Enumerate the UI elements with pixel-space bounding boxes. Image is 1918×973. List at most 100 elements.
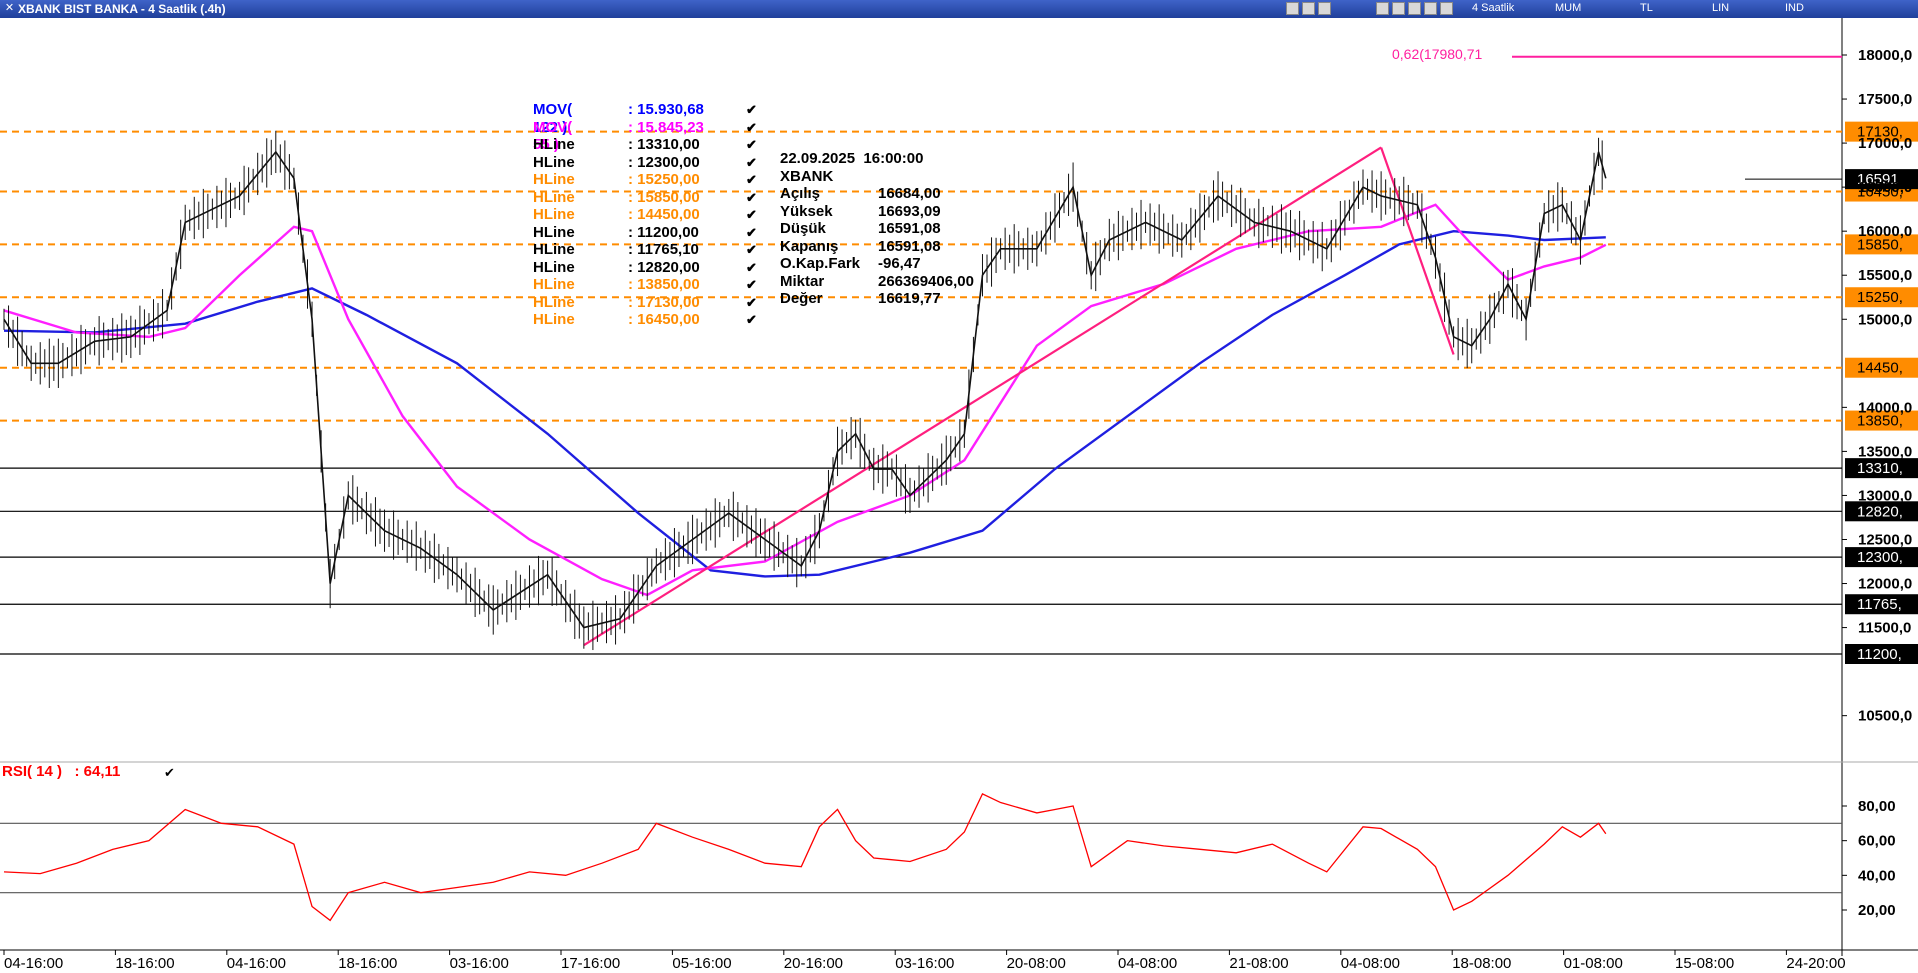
- legend-check-icon[interactable]: ✔: [746, 171, 757, 189]
- close-icon[interactable]: ✕: [4, 2, 15, 15]
- legend-value: : 15.930,68: [628, 101, 704, 118]
- scale-select[interactable]: LIN: [1712, 2, 1729, 14]
- legend-check-icon[interactable]: ✔: [746, 241, 757, 259]
- legend-check-icon[interactable]: ✔: [746, 136, 757, 154]
- calc-icon[interactable]: [1376, 2, 1389, 15]
- period-select[interactable]: 4 Saatlik: [1472, 2, 1514, 14]
- zoom-icon[interactable]: [1424, 2, 1437, 15]
- info-value: 266369406,00: [878, 272, 974, 290]
- legend-value: : 12300,00: [628, 153, 700, 171]
- legend-name: HLine: [533, 188, 575, 206]
- time-tick-label: 04-08:00: [1341, 955, 1400, 972]
- legend-name: HLine: [533, 171, 575, 188]
- price-tick-label: 12000,0: [1858, 576, 1912, 593]
- legend-value: : 13310,00: [628, 136, 700, 153]
- chart-icon[interactable]: [1286, 2, 1299, 15]
- price-tick-label: 15000,0: [1858, 311, 1912, 328]
- legend-value: : 11765,10: [628, 241, 699, 258]
- legend-check-icon[interactable]: ✔: [746, 206, 757, 224]
- rsi-check-icon[interactable]: ✔: [164, 765, 175, 781]
- title-bar: ✕ XBANK BIST BANKA - 4 Saatlik (.4h) 4 S…: [0, 0, 1918, 18]
- time-tick-label: 05-16:00: [672, 955, 731, 972]
- legend-check-icon[interactable]: ✔: [746, 189, 757, 207]
- legend-name: HLine: [533, 311, 575, 328]
- legend-name: HLine: [533, 241, 575, 258]
- hline-value-label: 11200,: [1857, 646, 1902, 663]
- price-tick-label: 10500,0: [1858, 708, 1912, 725]
- time-tick-label: 18-16:00: [338, 955, 397, 972]
- time-tick-label: 20-16:00: [784, 955, 843, 972]
- time-tick-label: 04-16:00: [4, 955, 63, 972]
- ohlc-info-box: 22.09.2025 16:00:00 XBANK Açılış 16684,00…: [780, 150, 974, 308]
- info-value: 16684,00: [878, 185, 941, 202]
- currency-select[interactable]: TL: [1640, 2, 1653, 14]
- hline-value-label: 12820,: [1857, 503, 1903, 520]
- legend-name: HLine: [533, 223, 575, 241]
- price-tick-label: 18000,0: [1858, 47, 1912, 64]
- time-tick-label: 24-20:00: [1786, 955, 1845, 972]
- chart-type-select[interactable]: MUM: [1555, 2, 1581, 14]
- template-icon[interactable]: [1318, 2, 1331, 15]
- info-row: Açılış 16684,00: [780, 185, 941, 203]
- legend-value: : 15.845,23: [628, 118, 704, 136]
- legend-name: HLine: [533, 276, 575, 293]
- info-row: Kapanış 16591,08: [780, 237, 941, 256]
- legend-check-icon[interactable]: ✔: [746, 276, 757, 294]
- legend-name: HLine: [533, 293, 575, 311]
- info-value: -96,47: [878, 255, 921, 272]
- info-label: Miktar: [780, 272, 825, 290]
- legend-check-icon[interactable]: ✔: [746, 154, 757, 172]
- info-label: Açılış: [780, 185, 821, 202]
- rsi-line: [3, 792, 1607, 922]
- refresh-icon[interactable]: [1392, 2, 1405, 15]
- hline-value-label: 12300,: [1857, 549, 1903, 566]
- legend-name: HLine: [533, 136, 575, 153]
- legend-value: : 13850,00: [628, 276, 700, 293]
- hline-value-label: 14450,: [1857, 360, 1903, 377]
- rsi-tick-label: 80,00: [1858, 798, 1896, 815]
- legend-check-icon[interactable]: ✔: [746, 294, 757, 312]
- time-tick-label: 04-08:00: [1118, 955, 1177, 972]
- chart-area[interactable]: 80,0060,0040,0020,00 17130,16450,15850,1…: [0, 18, 1918, 973]
- legend-name: HLine: [533, 206, 575, 223]
- legend-value: : 15850,00: [628, 188, 700, 206]
- info-row: Yüksek 16693,09: [780, 202, 941, 221]
- info-label: Yüksek: [780, 202, 833, 220]
- legend-value: : 15250,00: [628, 171, 700, 188]
- time-tick-label: 21-08:00: [1229, 955, 1288, 972]
- price-tick-label: 16500,0: [1858, 179, 1912, 196]
- legend-check-icon[interactable]: ✔: [746, 259, 757, 277]
- hline-value-label: 15250,: [1857, 289, 1903, 306]
- trendline: [583, 146, 1382, 647]
- info-row: Düşük 16591,08: [780, 220, 941, 238]
- legend-check-icon[interactable]: ✔: [746, 119, 757, 137]
- info-label: Kapanış: [780, 237, 839, 255]
- info-label: Değer: [780, 290, 823, 307]
- legend-check-icon[interactable]: ✔: [746, 224, 757, 242]
- time-tick-label: 18-16:00: [115, 955, 174, 972]
- legend-value: : 16450,00: [628, 311, 700, 328]
- print-icon[interactable]: [1302, 2, 1315, 15]
- hline-value-label: 13310,: [1857, 460, 1903, 477]
- legend-value: : 11200,00: [628, 223, 699, 241]
- time-tick-label: 04-16:00: [227, 955, 286, 972]
- info-datetime: 22.09.2025 16:00:00: [780, 150, 924, 167]
- tool-icon[interactable]: [1408, 2, 1421, 15]
- time-tick-label: 15-08:00: [1675, 955, 1734, 972]
- time-tick-label: 18-08:00: [1452, 955, 1511, 972]
- info-value: 16591,08: [878, 220, 941, 237]
- price-tick-label: 13500,0: [1858, 443, 1912, 460]
- mode-select[interactable]: IND: [1785, 2, 1804, 14]
- window-title: XBANK BIST BANKA - 4 Saatlik (.4h): [18, 2, 226, 16]
- legend-value: : 14450,00: [628, 206, 700, 223]
- fib-label: 0,62(17980,71: [1392, 46, 1483, 62]
- price-tick-label: 17000,0: [1858, 135, 1912, 152]
- legend-check-icon[interactable]: ✔: [746, 101, 757, 119]
- legend-check-icon[interactable]: ✔: [746, 311, 757, 329]
- trendline: [1380, 147, 1455, 355]
- rsi-tick-label: 20,00: [1858, 902, 1896, 919]
- time-tick-label: 03-16:00: [450, 955, 509, 972]
- settings-icon[interactable]: [1440, 2, 1453, 15]
- time-tick-label: 03-16:00: [895, 955, 954, 972]
- info-symbol: XBANK: [780, 167, 834, 185]
